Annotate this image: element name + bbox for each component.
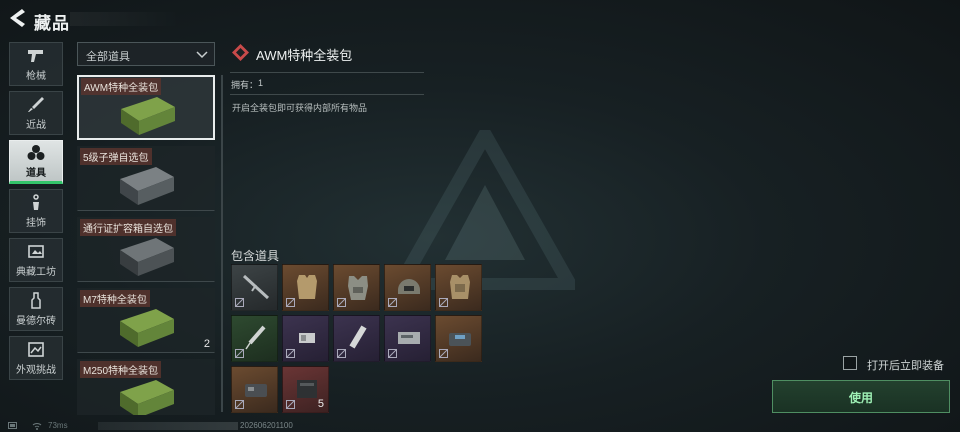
content-slot[interactable] — [333, 264, 380, 311]
unlock-icon — [439, 298, 448, 307]
unlock-icon — [337, 349, 346, 358]
auto-equip-label: 打开后立即装备 — [867, 360, 944, 372]
unlock-icon — [235, 298, 244, 307]
item-list: AWM特种全装包 5级子弹自选包 通行证扩容箱自选包 M7特种全装包 2 M25… — [77, 75, 215, 415]
content-slot[interactable] — [282, 315, 329, 362]
content-slot[interactable] — [435, 264, 482, 311]
list-item[interactable]: M7特种全装包 2 — [77, 288, 215, 353]
workshop-icon — [28, 244, 44, 258]
category-label: 挂饰 — [26, 217, 46, 229]
category-label: 道具 — [26, 167, 46, 179]
challenge-icon — [28, 341, 44, 357]
category-label: 外观挑战 — [16, 364, 56, 376]
case-icon — [297, 380, 317, 398]
vest-icon — [297, 275, 317, 299]
unlock-icon — [388, 298, 397, 307]
medkit-icon — [398, 332, 420, 344]
ammo-crate-dark-icon — [120, 167, 174, 205]
item-list-scrollbar[interactable] — [221, 75, 223, 412]
category-mandel-brick[interactable]: 曼德尔砖 — [9, 287, 63, 331]
battery-icon — [8, 422, 17, 429]
category-label: 近战 — [26, 119, 46, 131]
owned-row: 拥有： 1 — [230, 72, 424, 95]
pack-icon — [245, 384, 267, 397]
content-slot[interactable] — [384, 264, 431, 311]
item-count: 2 — [203, 338, 210, 350]
knife-icon — [28, 96, 44, 112]
category-label: 枪械 — [26, 70, 46, 82]
slot-count: 5 — [317, 398, 324, 410]
syringe-icon — [245, 325, 266, 350]
category-guns[interactable]: 枪械 — [9, 42, 63, 86]
unlock-icon — [337, 298, 346, 307]
list-item[interactable]: 5级子弹自选包 — [77, 146, 215, 211]
list-item[interactable]: M250特种全装包 — [77, 359, 215, 415]
content-slot[interactable] — [231, 315, 278, 362]
category-challenges[interactable]: 外观挑战 — [9, 336, 63, 380]
content-slot[interactable] — [384, 315, 431, 362]
content-slot[interactable] — [231, 264, 278, 311]
uid-value: 202606201100 — [240, 421, 293, 430]
detail-item-name: AWM特种全装包 — [256, 48, 353, 63]
expansion-case-icon — [120, 238, 174, 276]
ammo-icon — [299, 333, 315, 343]
content-slot[interactable] — [231, 366, 278, 413]
item-filter-dropdown[interactable]: 全部道具 — [77, 42, 215, 66]
rifle-icon — [242, 274, 270, 300]
content-slot[interactable] — [435, 315, 482, 362]
grenade-icon — [27, 144, 45, 160]
stim-icon — [349, 325, 367, 349]
content-slot[interactable] — [282, 264, 329, 311]
bag-icon — [449, 333, 471, 346]
unlock-icon — [388, 349, 397, 358]
brick-icon — [31, 291, 41, 309]
charm-icon — [33, 193, 39, 210]
armor-icon — [450, 275, 470, 299]
use-button[interactable]: 使用 — [772, 380, 950, 413]
content-slot[interactable]: 5 — [282, 366, 329, 413]
top-bar: 藏品 — [0, 0, 960, 38]
wifi-icon — [32, 423, 42, 430]
owned-label: 拥有： — [231, 80, 259, 90]
owned-value: 1 — [258, 78, 264, 88]
unlock-icon — [235, 400, 244, 409]
list-item[interactable]: AWM特种全装包 — [77, 75, 215, 140]
category-melee[interactable]: 近战 — [9, 91, 63, 135]
content-slot[interactable] — [333, 315, 380, 362]
ammo-crate-green-icon — [120, 380, 174, 415]
ammo-crate-green-icon — [120, 309, 174, 347]
unlock-icon — [286, 400, 295, 409]
page-title: 藏品 — [34, 14, 70, 33]
redacted-text — [98, 422, 238, 430]
use-button-label: 使用 — [848, 391, 873, 405]
contents-title: 包含道具 — [231, 249, 280, 263]
category-items[interactable]: 道具 — [9, 140, 63, 184]
detail-description: 开启全装包即可获得内部所有物品 — [232, 103, 368, 113]
unlock-icon — [286, 298, 295, 307]
rarity-diamond-icon — [232, 44, 249, 61]
category-sidebar: 枪械 近战 道具 挂饰 典藏工坊 曼德尔砖 外观挑战 — [9, 42, 63, 385]
ping-value: 73ms — [48, 421, 68, 430]
category-charms[interactable]: 挂饰 — [9, 189, 63, 233]
helmet-icon — [398, 279, 420, 294]
back-arrow-icon[interactable] — [8, 8, 26, 28]
rig-icon — [348, 276, 368, 300]
unlock-icon — [439, 349, 448, 358]
chevron-down-icon — [196, 51, 208, 59]
unlock-icon — [286, 349, 295, 358]
gun-icon — [28, 49, 43, 62]
list-item[interactable]: 通行证扩容箱自选包 — [77, 217, 215, 282]
category-label: 曼德尔砖 — [16, 315, 56, 327]
category-workshop[interactable]: 典藏工坊 — [9, 238, 63, 282]
filter-selected: 全部道具 — [86, 51, 130, 63]
title-decoration — [70, 12, 180, 26]
unlock-icon — [235, 349, 244, 358]
category-label: 典藏工坊 — [16, 266, 56, 278]
checkbox-box[interactable] — [843, 356, 857, 370]
ammo-crate-green-icon — [121, 97, 175, 135]
